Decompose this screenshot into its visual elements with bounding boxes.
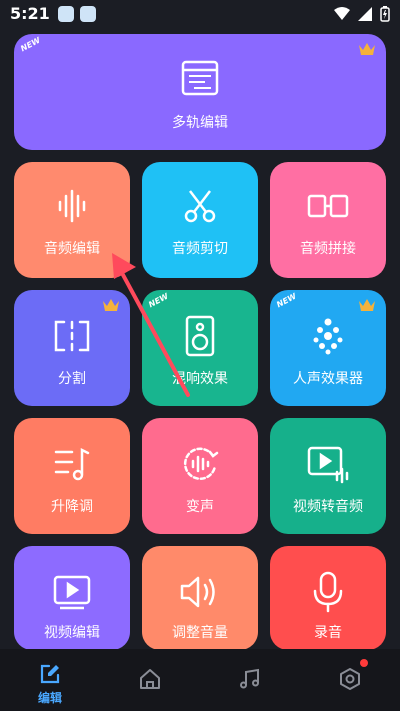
video-play-icon bbox=[53, 575, 91, 610]
multitrack-icon bbox=[181, 60, 219, 96]
settings-hex-icon bbox=[340, 668, 360, 690]
tile-pitch[interactable]: 升降调 bbox=[14, 418, 130, 534]
signal-icon bbox=[358, 7, 372, 21]
join-icon bbox=[307, 194, 349, 218]
home-icon bbox=[140, 669, 160, 689]
tile-video-edit[interactable]: 视频编辑 bbox=[14, 546, 130, 650]
crown-icon bbox=[359, 299, 375, 311]
tile-label: 录音 bbox=[314, 625, 342, 641]
notification-dot bbox=[360, 659, 368, 667]
voice-change-icon bbox=[183, 447, 219, 480]
nav-tab-home[interactable] bbox=[110, 649, 190, 711]
app-notification-icon bbox=[80, 6, 96, 22]
tile-label: 升降调 bbox=[51, 499, 93, 515]
split-icon bbox=[54, 320, 90, 352]
tile-label: 视频转音频 bbox=[293, 499, 363, 515]
dots-cluster-icon bbox=[313, 318, 343, 355]
tile-audio-join[interactable]: 音频拼接 bbox=[270, 162, 386, 278]
battery-icon bbox=[380, 6, 390, 22]
nav-tab-edit[interactable]: 编辑 bbox=[10, 649, 90, 711]
volume-icon bbox=[180, 576, 215, 608]
new-badge: NEW bbox=[19, 35, 42, 54]
app-notification-icon bbox=[58, 6, 74, 22]
tile-label: 音频拼接 bbox=[300, 241, 356, 257]
status-bar: 5:21 bbox=[0, 0, 400, 28]
music-note-icon bbox=[240, 668, 259, 689]
nav-tab-settings[interactable] bbox=[310, 649, 390, 711]
wifi-icon bbox=[334, 7, 350, 20]
tile-label: 视频编辑 bbox=[44, 625, 100, 641]
tile-label: 多轨编辑 bbox=[172, 115, 228, 131]
tile-video-to-audio[interactable]: 视频转音频 bbox=[270, 418, 386, 534]
music-list-icon bbox=[54, 447, 90, 481]
status-icons bbox=[334, 6, 390, 22]
tile-voice-change[interactable]: 变声 bbox=[142, 418, 258, 534]
tile-voice-effects[interactable]: NEW 人声效果器 bbox=[270, 290, 386, 406]
tile-multitrack-edit[interactable]: NEW 多轨编辑 bbox=[14, 34, 386, 150]
new-badge: NEW bbox=[275, 291, 298, 310]
edit-icon bbox=[40, 664, 60, 684]
tile-adjust-volume[interactable]: 调整音量 bbox=[142, 546, 258, 650]
tile-label: 人声效果器 bbox=[293, 371, 363, 387]
bottom-nav: 编辑 bbox=[0, 649, 400, 711]
tile-label: 调整音量 bbox=[172, 625, 228, 641]
video-to-audio-icon bbox=[307, 446, 349, 484]
annotation-arrow bbox=[112, 253, 190, 397]
tile-label: 变声 bbox=[186, 499, 214, 515]
nav-label-edit: 编辑 bbox=[37, 691, 62, 705]
scissors-icon bbox=[184, 190, 216, 223]
status-time: 5:21 bbox=[10, 4, 50, 23]
crown-icon bbox=[359, 43, 375, 55]
waveform-icon bbox=[58, 189, 86, 223]
nav-tab-music[interactable] bbox=[210, 649, 290, 711]
microphone-icon bbox=[313, 571, 343, 613]
tile-record[interactable]: 录音 bbox=[270, 546, 386, 650]
